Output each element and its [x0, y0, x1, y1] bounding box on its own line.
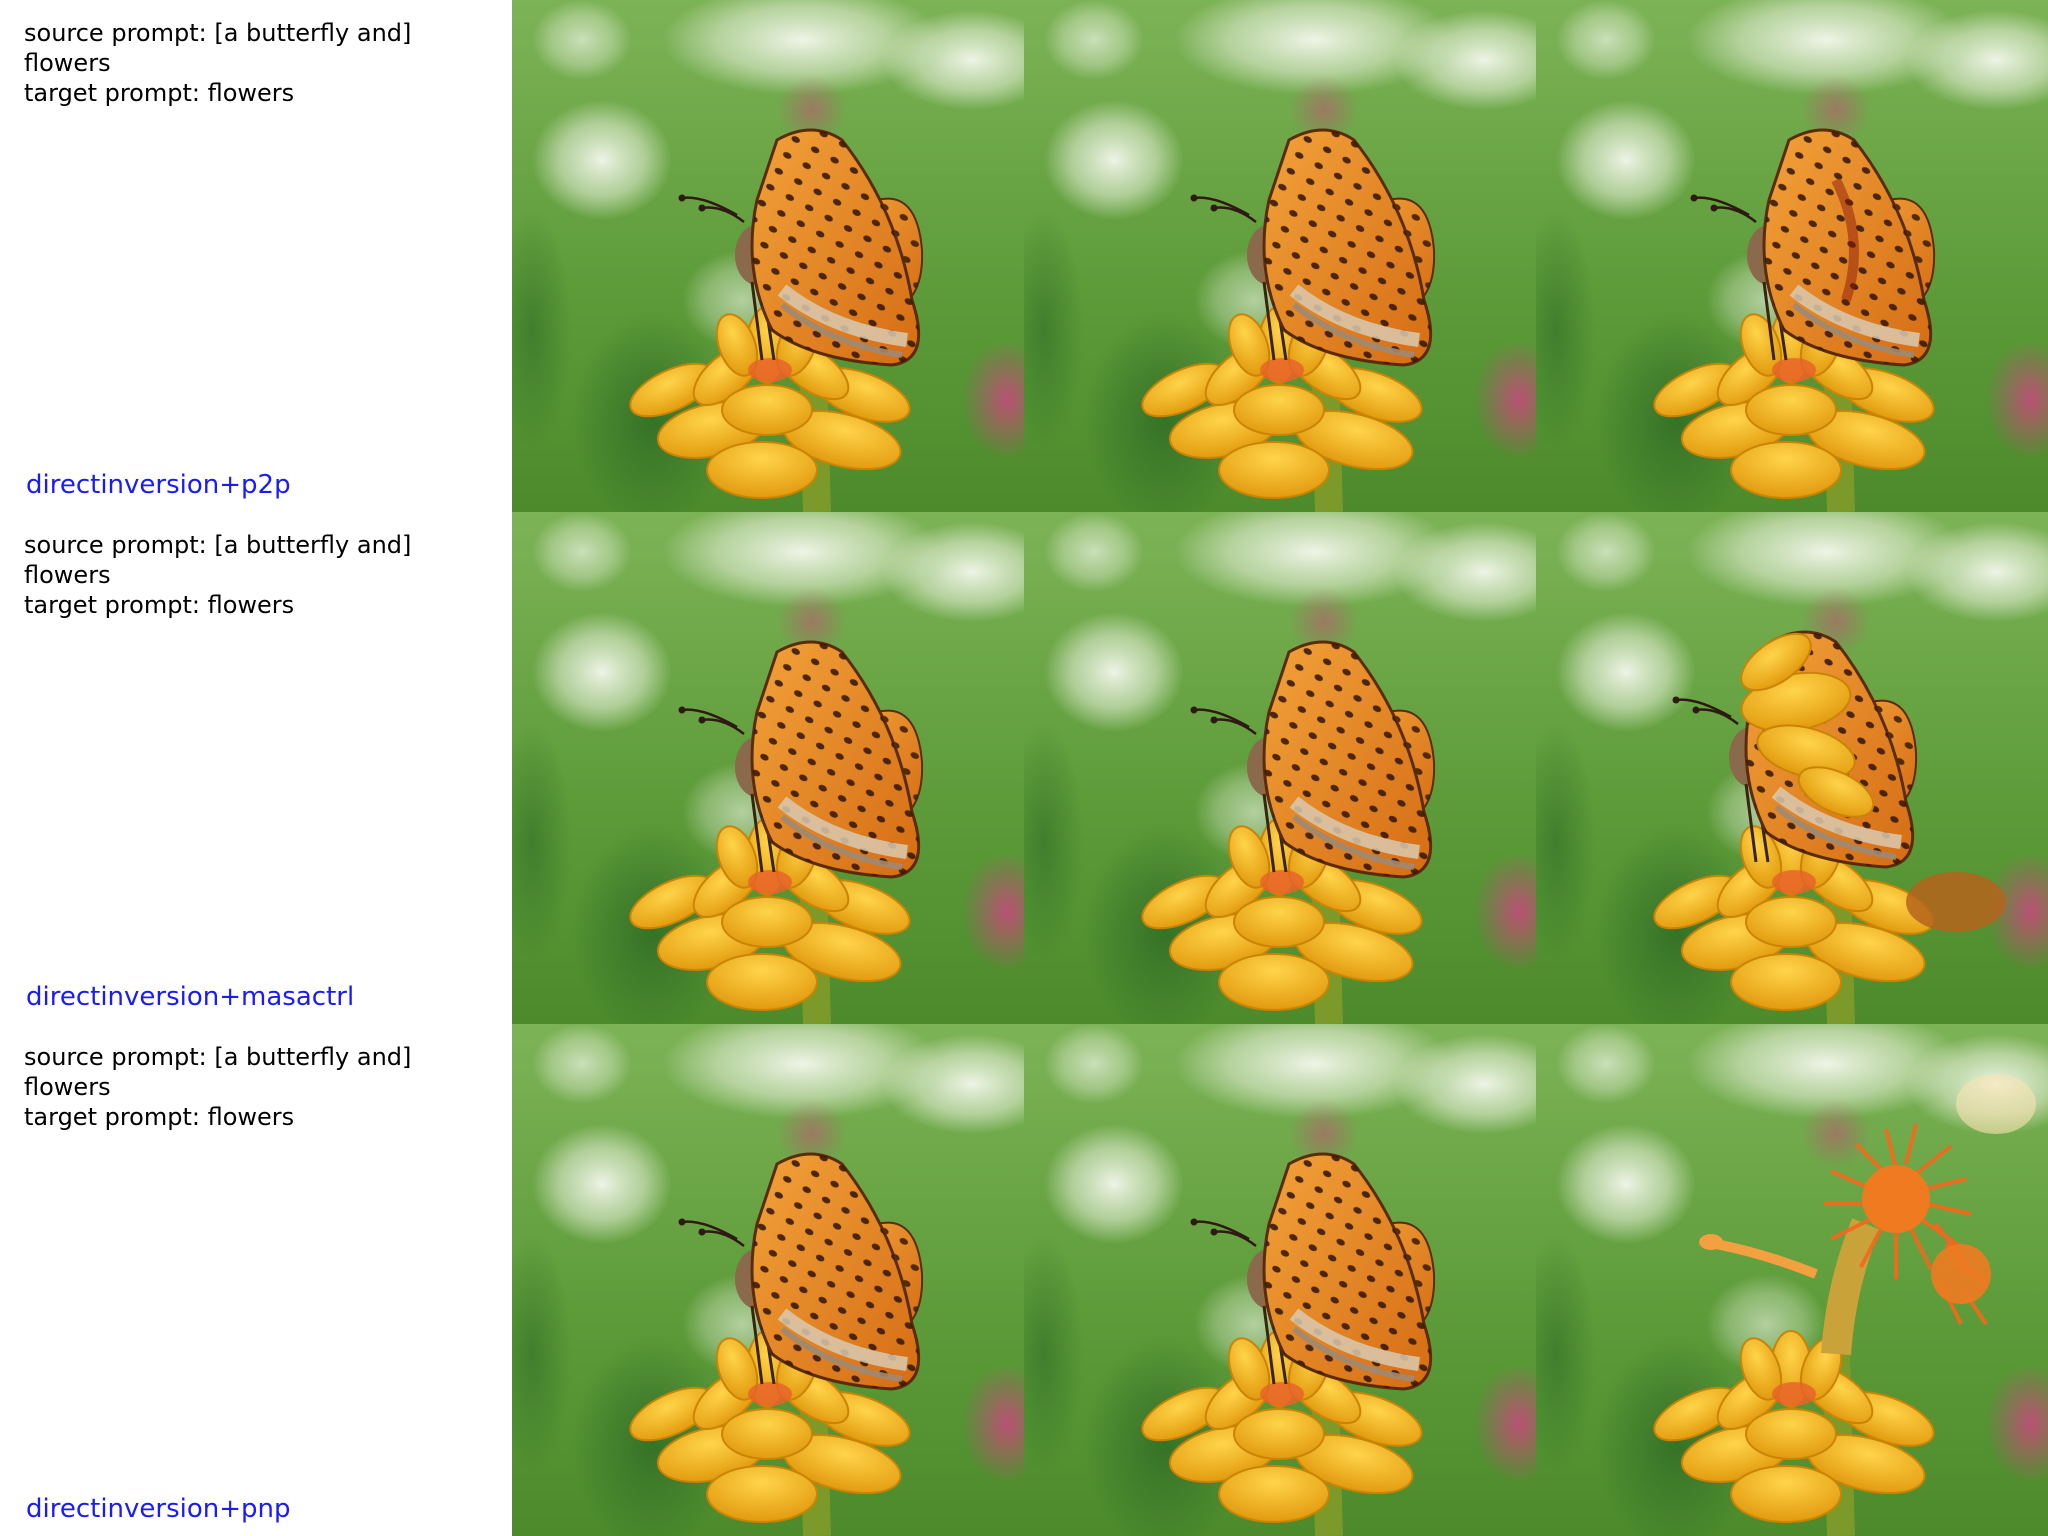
edited-image	[1536, 512, 2048, 1024]
butterfly-flower-photo	[512, 512, 1024, 1024]
prompt-text: source prompt: [a butterfly and] flowers…	[24, 530, 494, 620]
row-label-cell: source prompt: [a butterfly and] flowers…	[0, 0, 512, 512]
method-row-p2p: source prompt: [a butterfly and] flowers…	[0, 0, 2048, 512]
source-prompt: source prompt: [a butterfly and] flowers	[24, 531, 412, 589]
butterfly-flower-photo	[1024, 1024, 1536, 1536]
flower-photo	[1536, 1024, 2048, 1536]
prompt-text: source prompt: [a butterfly and] flowers…	[24, 18, 494, 108]
butterfly-flower-photo	[1536, 0, 2048, 512]
row-label-cell: source prompt: [a butterfly and] flowers…	[0, 1024, 512, 1536]
source-prompt: source prompt: [a butterfly and] flowers	[24, 1043, 412, 1101]
prompt-text: source prompt: [a butterfly and] flowers…	[24, 1042, 494, 1132]
target-prompt: target prompt: flowers	[24, 79, 295, 107]
method-name: directinversion+pnp	[26, 1494, 291, 1524]
source-prompt: source prompt: [a butterfly and] flowers	[24, 19, 412, 77]
method-name: directinversion+masactrl	[26, 982, 355, 1012]
butterfly-flower-photo	[1024, 512, 1536, 1024]
butterfly-flower-photo	[1536, 512, 2048, 1024]
target-prompt: target prompt: flowers	[24, 1103, 295, 1131]
reconstruction-image	[1024, 0, 1536, 512]
reconstruction-image	[1024, 512, 1536, 1024]
original-image	[512, 0, 1024, 512]
comparison-grid: source prompt: [a butterfly and] flowers…	[0, 0, 2048, 1536]
method-row-pnp: source prompt: [a butterfly and] flowers…	[0, 1024, 2048, 1536]
butterfly-flower-photo	[1024, 0, 1536, 512]
method-row-masactrl: source prompt: [a butterfly and] flowers…	[0, 512, 2048, 1024]
butterfly-flower-photo	[512, 1024, 1024, 1536]
original-image	[512, 1024, 1024, 1536]
edited-image	[1536, 0, 2048, 512]
reconstruction-image	[1024, 1024, 1536, 1536]
row-label-cell: source prompt: [a butterfly and] flowers…	[0, 512, 512, 1024]
butterfly-flower-photo	[512, 0, 1024, 512]
original-image	[512, 512, 1024, 1024]
method-name: directinversion+p2p	[26, 470, 291, 500]
edited-image	[1536, 1024, 2048, 1536]
target-prompt: target prompt: flowers	[24, 591, 295, 619]
